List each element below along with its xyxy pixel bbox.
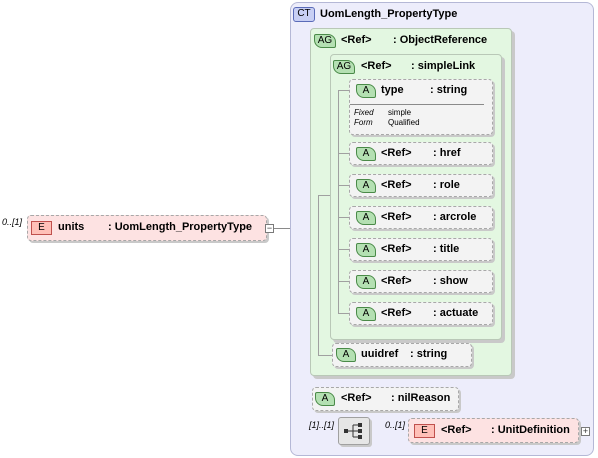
nilreason-attribute-badge: A bbox=[315, 392, 335, 406]
child-element-badge: E bbox=[414, 424, 435, 438]
attribute-group-outer-badge: AG bbox=[314, 34, 336, 48]
attribute-role-type: : role bbox=[433, 179, 460, 191]
attribute-arcrole-type: : arcrole bbox=[433, 211, 477, 223]
sequence-box[interactable] bbox=[338, 417, 370, 445]
attribute-title-ref: <Ref> bbox=[381, 243, 412, 255]
outer-ag-trunk bbox=[318, 195, 319, 355]
nilreason-attribute-type: : nilReason bbox=[391, 392, 451, 404]
connector-arcrole bbox=[338, 217, 349, 218]
type-attribute-type: : string bbox=[430, 84, 468, 96]
attribute-arcrole-ref: <Ref> bbox=[381, 211, 412, 223]
sequence-cardinality: [1]..[1] bbox=[309, 420, 335, 430]
connector-href bbox=[338, 153, 349, 154]
form-label: Form bbox=[354, 118, 373, 127]
fixed-value: simple bbox=[388, 108, 412, 117]
attribute-title-badge: A bbox=[356, 243, 376, 257]
type-attribute-divider bbox=[350, 104, 484, 105]
attribute-show-ref: <Ref> bbox=[381, 275, 412, 287]
attribute-actuate-ref: <Ref> bbox=[381, 307, 412, 319]
attribute-title-type: : title bbox=[433, 243, 460, 255]
uuidref-attribute-name: uuidref bbox=[361, 348, 399, 360]
inner-ag-trunk bbox=[338, 90, 339, 313]
attribute-role-ref: <Ref> bbox=[381, 179, 412, 191]
outer-ag-to-inner bbox=[318, 195, 330, 196]
root-element-cardinality: 0..[1] bbox=[2, 217, 23, 227]
attribute-group-outer-ref: <Ref> bbox=[341, 34, 372, 46]
attribute-group-inner-type: : simpleLink bbox=[411, 60, 476, 72]
attribute-actuate-type: : actuate bbox=[433, 307, 479, 319]
uuidref-attribute-type: : string bbox=[410, 348, 448, 360]
uuidref-attribute-badge: A bbox=[336, 348, 356, 362]
form-value: Qualified bbox=[388, 118, 420, 127]
fixed-label: Fixed bbox=[354, 108, 374, 117]
attribute-href-badge: A bbox=[356, 147, 376, 161]
attribute-group-inner-badge: AG bbox=[333, 60, 355, 74]
attribute-href-type: : href bbox=[433, 147, 461, 159]
complex-type-badge: CT bbox=[293, 7, 315, 22]
connector-actuate bbox=[338, 313, 349, 314]
root-element-name: units bbox=[58, 221, 85, 233]
root-element-badge: E bbox=[31, 221, 52, 235]
nilreason-attribute-ref: <Ref> bbox=[341, 392, 372, 404]
connector-role bbox=[338, 185, 349, 186]
type-attribute-name: type bbox=[381, 84, 404, 96]
outer-ag-to-uuidref bbox=[318, 355, 332, 356]
attribute-group-inner-ref: <Ref> bbox=[361, 60, 392, 72]
attribute-arcrole-badge: A bbox=[356, 211, 376, 225]
connector-show bbox=[338, 281, 349, 282]
root-element-type: : UomLength_PropertyType bbox=[108, 221, 253, 233]
collapse-icon[interactable]: − bbox=[265, 224, 274, 233]
sequence-icon bbox=[344, 423, 362, 439]
attribute-show-badge: A bbox=[356, 275, 376, 289]
complex-type-name: UomLength_PropertyType bbox=[320, 8, 458, 20]
attribute-group-outer-type: : ObjectReference bbox=[393, 34, 488, 46]
connector-title bbox=[338, 249, 349, 250]
child-element-type: : UnitDefinition bbox=[491, 424, 570, 436]
child-element-ref: <Ref> bbox=[441, 424, 472, 436]
attribute-actuate-badge: A bbox=[356, 307, 376, 321]
attribute-show-type: : show bbox=[433, 275, 468, 287]
connector-type bbox=[338, 90, 349, 91]
type-attribute-badge: A bbox=[356, 84, 376, 98]
attribute-role-badge: A bbox=[356, 179, 376, 193]
attribute-href-ref: <Ref> bbox=[381, 147, 412, 159]
expand-icon[interactable]: + bbox=[581, 427, 590, 436]
root-connector bbox=[272, 228, 290, 229]
child-element-cardinality: 0..[1] bbox=[385, 420, 406, 430]
